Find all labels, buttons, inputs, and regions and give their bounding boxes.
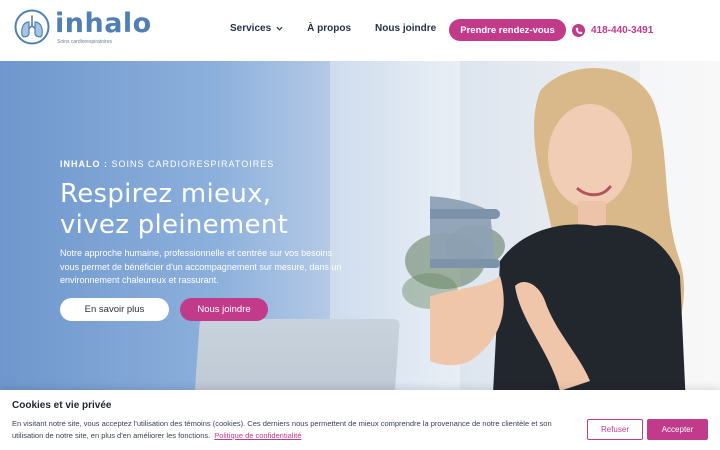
hero-eyebrow: INHALO : SOINS CARDIORESPIRATOIRES xyxy=(60,159,274,169)
nav-item-nous-joindre-label: Nous joindre xyxy=(375,23,437,34)
cookie-banner-text: En visitant notre site, vous acceptez l'… xyxy=(12,418,582,442)
refuse-cookies-button[interactable]: Refuser xyxy=(587,419,643,440)
nav-item-services-label: Services xyxy=(230,23,272,34)
nav-item-a-propos-label: À propos xyxy=(307,23,352,34)
phone-link[interactable]: 418-440-3491 xyxy=(572,24,653,37)
phone-icon xyxy=(572,24,585,37)
cookie-banner: Cookies et vie privée En visitant notre … xyxy=(0,390,720,450)
contact-us-button[interactable]: Nous joindre xyxy=(180,298,268,321)
learn-more-button[interactable]: En savoir plus xyxy=(60,298,169,321)
hero-title-line-1: Respirez mieux, xyxy=(60,179,272,209)
nav-item-services[interactable]: Services xyxy=(230,23,283,34)
privacy-policy-link[interactable]: Politique de confidentialité xyxy=(214,431,301,440)
nav-item-nous-joindre[interactable]: Nous joindre xyxy=(375,23,436,34)
logo-wordmark: inhalo xyxy=(55,7,152,39)
hero-eyebrow-subtitle: SOINS CARDIORESPIRATOIRES xyxy=(108,159,275,169)
logo-text: inhalo Soins cardiorespiratoires xyxy=(55,7,152,45)
chevron-down-icon xyxy=(276,26,283,31)
lungs-icon xyxy=(14,9,50,45)
cookie-banner-title: Cookies et vie privée xyxy=(12,400,112,411)
phone-number: 418-440-3491 xyxy=(591,25,654,36)
hero-title: Respirez mieux, vivez pleinement xyxy=(60,179,288,241)
accept-cookies-button[interactable]: Accepter xyxy=(647,419,708,440)
nav-item-a-propos[interactable]: À propos xyxy=(307,23,351,34)
hero-eyebrow-brand: INHALO : xyxy=(60,159,108,169)
hero-description: Notre approche humaine, professionnelle … xyxy=(60,248,342,285)
hero-title-line-2: vivez pleinement xyxy=(60,210,289,240)
site-header: inhalo Soins cardiorespiratoires Service… xyxy=(0,0,720,61)
logo-tagline: Soins cardiorespiratoires xyxy=(57,38,113,45)
logo[interactable]: inhalo Soins cardiorespiratoires xyxy=(14,9,152,45)
book-appointment-button[interactable]: Prendre rendez-vous xyxy=(449,19,566,41)
main-nav: Services À propos Nous joindre xyxy=(230,23,436,34)
